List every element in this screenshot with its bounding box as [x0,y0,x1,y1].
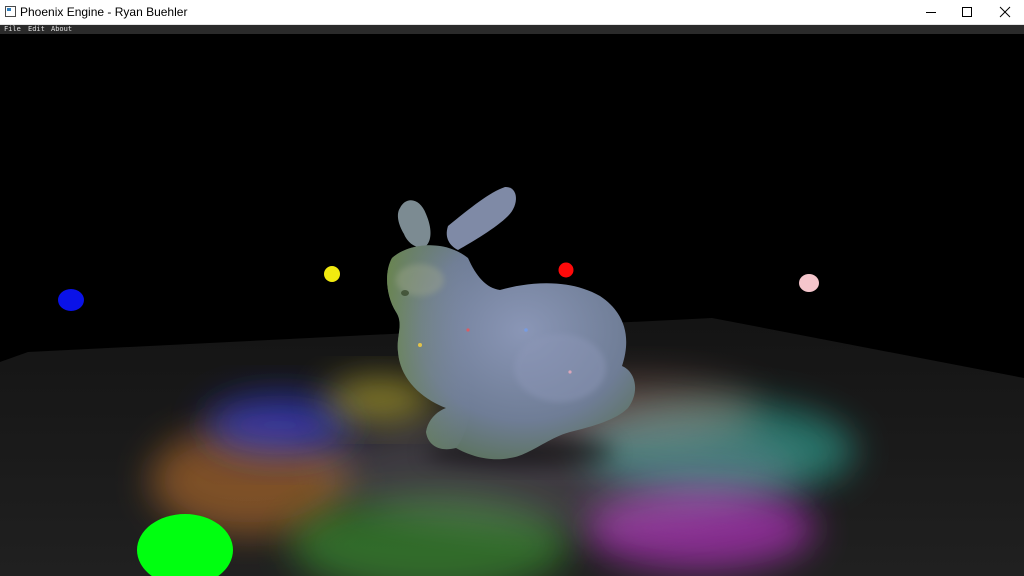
minimize-icon [926,12,936,13]
close-button[interactable] [986,0,1024,24]
minimize-button[interactable] [912,0,950,24]
light-sphere-blue [58,289,84,311]
light-sphere-red [558,262,574,278]
menu-edit[interactable]: Edit [28,25,45,34]
scene-canvas [0,186,1024,576]
window-title: Phoenix Engine - Ryan Buehler [20,5,188,19]
app-window-icon [5,6,16,17]
close-icon [999,6,1011,18]
menu-about[interactable]: About [51,25,72,34]
light-sphere-yellow [324,266,340,282]
menu-file[interactable]: File [4,25,21,34]
window-titlebar[interactable]: Phoenix Engine - Ryan Buehler [0,0,1024,25]
menu-bar: File Edit About [0,25,1024,34]
bunny-eye [401,290,409,296]
maximize-button[interactable] [948,0,986,24]
maximize-icon [962,7,972,17]
light-sphere-pink [799,274,819,292]
render-viewport[interactable] [0,34,1024,576]
